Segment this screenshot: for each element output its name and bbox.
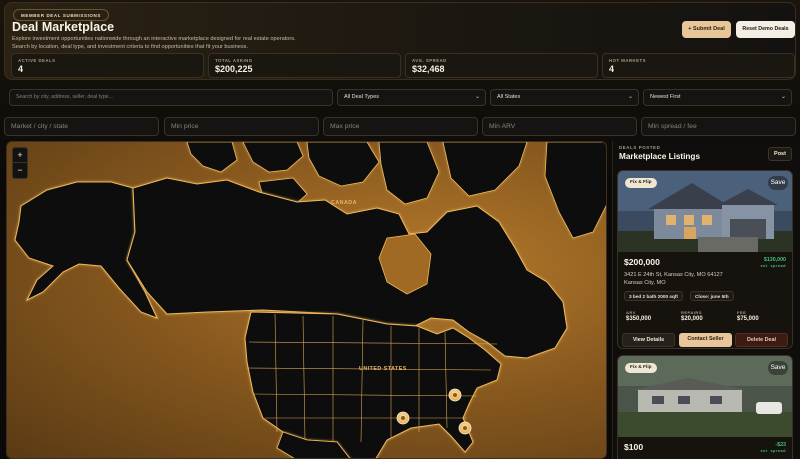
- min-spread-input[interactable]: Min spread / fee: [641, 117, 796, 136]
- chevron-down-icon: ⌄: [627, 94, 633, 100]
- map-label-canada: CANADA: [331, 200, 357, 206]
- close-date-chip: Close: june 5th: [690, 291, 734, 301]
- min-arv-input[interactable]: Min ARV: [482, 117, 637, 136]
- listing-photo[interactable]: Fix & Flip Save: [618, 356, 792, 437]
- range-filter-row: Market / city / state Min price Max pric…: [4, 117, 796, 136]
- deal-type-select[interactable]: All Deal Types ⌄: [337, 89, 486, 106]
- stat-label: AVG. SPREAD: [412, 58, 447, 63]
- fee-field: FEE $75,000: [737, 310, 789, 322]
- listing-spread: -$23 est. spread: [760, 442, 786, 454]
- listing-price: $200,000: [624, 257, 660, 267]
- stat-value: $200,225: [215, 64, 253, 74]
- deal-pin[interactable]: [448, 388, 462, 402]
- stat-label: HOT MARKETS: [609, 58, 647, 63]
- page: MEMBER DEAL SUBMISSIONS Deal Marketplace…: [0, 0, 800, 459]
- state-select[interactable]: All States ⌄: [490, 89, 639, 106]
- map-label-us: UNITED STATES: [359, 366, 407, 372]
- property-specs-chip: 3 bed 2 bath 2000 sqft: [624, 291, 683, 301]
- min-price-input[interactable]: Min price: [164, 117, 319, 136]
- deals-map[interactable]: + − CANADA UNITED STATES: [6, 141, 607, 459]
- fee-value: $75,000: [737, 316, 759, 322]
- submit-deal-button[interactable]: + Submit Deal: [682, 21, 731, 38]
- stat-label: TOTAL ASKING: [215, 58, 253, 63]
- zoom-controls: + −: [12, 147, 28, 179]
- deal-type-tag: Fix & Flip: [625, 363, 657, 373]
- page-title: Deal Marketplace: [12, 20, 115, 34]
- state-value: All States: [497, 94, 521, 100]
- listings-panel: DEALS POSTED Marketplace Listings Post F…: [612, 141, 800, 459]
- repairs-label: REPAIRS: [681, 310, 702, 315]
- arv-label: ARV: [626, 310, 636, 315]
- post-button[interactable]: Post: [768, 147, 792, 161]
- stat-hot-markets: HOT MARKETS 4: [602, 53, 795, 78]
- save-button[interactable]: Save: [768, 176, 788, 190]
- stat-total-asking: TOTAL ASKING $200,225: [208, 53, 401, 78]
- listings-subtitle: DEALS POSTED: [619, 145, 661, 150]
- stat-avg-spread: AVG. SPREAD $32,468: [405, 53, 598, 78]
- reset-demo-deals-button[interactable]: Reset Demo Deals: [736, 21, 795, 38]
- arv-value: $350,000: [626, 316, 652, 322]
- map-canvas[interactable]: [7, 142, 607, 459]
- spread-label: est. spread: [760, 449, 786, 453]
- address-line-1: 3421 E 24th St, Kansas City, MO 64127: [624, 272, 723, 278]
- repairs-field: REPAIRS $20,000: [681, 310, 733, 322]
- sort-select[interactable]: Newest First ⌄: [643, 89, 792, 106]
- greenland-region: [544, 142, 606, 239]
- listing-card[interactable]: Fix & Flip Save $100 -$23 est. spread: [617, 355, 793, 459]
- filter-bar: Search by city, address, seller, deal ty…: [6, 89, 794, 106]
- listing-spread: $130,000 est. spread: [760, 257, 786, 269]
- market-input[interactable]: Market / city / state: [4, 117, 159, 136]
- listing-address: 3421 E 24th St, Kansas City, MO 64127 Ka…: [624, 271, 723, 287]
- address-line-2: Kansas City, MO: [624, 280, 666, 286]
- listing-card[interactable]: Fix & Flip Save $200,000 $130,000 est. s…: [617, 170, 793, 349]
- chevron-down-icon: ⌄: [780, 94, 786, 100]
- stat-active-deals: ACTIVE DEALS 4: [11, 53, 204, 78]
- stat-value: 4: [609, 64, 615, 74]
- contact-seller-button[interactable]: Contact Seller: [679, 333, 732, 347]
- spread-label: est. spread: [760, 264, 786, 268]
- deal-pin[interactable]: [458, 421, 472, 435]
- listings-title: Marketplace Listings: [619, 152, 700, 161]
- listing-photo[interactable]: Fix & Flip Save: [618, 171, 792, 252]
- deal-type-tag: Fix & Flip: [625, 178, 657, 188]
- deal-pin[interactable]: [396, 411, 410, 425]
- repairs-value: $20,000: [681, 316, 703, 322]
- arv-field: ARV $350,000: [626, 310, 678, 322]
- stat-value: 4: [18, 64, 24, 74]
- stats-row: ACTIVE DEALS 4 TOTAL ASKING $200,225 AVG…: [11, 53, 795, 78]
- search-input[interactable]: Search by city, address, seller, deal ty…: [9, 89, 333, 106]
- fee-label: FEE: [737, 310, 747, 315]
- view-details-button[interactable]: View Details: [622, 333, 675, 347]
- page-description: Explore investment opportunities nationw…: [12, 36, 296, 50]
- sort-value: Newest First: [650, 94, 681, 100]
- marketplace-header: MEMBER DEAL SUBMISSIONS Deal Marketplace…: [4, 2, 796, 80]
- deal-type-value: All Deal Types: [344, 94, 380, 100]
- zoom-in-button[interactable]: +: [13, 148, 27, 163]
- delete-deal-button[interactable]: Delete Deal: [735, 333, 788, 347]
- stat-value: $32,468: [412, 64, 445, 74]
- save-button[interactable]: Save: [768, 361, 788, 375]
- max-price-input[interactable]: Max price: [323, 117, 478, 136]
- stat-label: ACTIVE DEALS: [18, 58, 56, 63]
- listing-price: $100: [624, 442, 644, 452]
- zoom-out-button[interactable]: −: [13, 163, 27, 178]
- chevron-down-icon: ⌄: [474, 94, 480, 100]
